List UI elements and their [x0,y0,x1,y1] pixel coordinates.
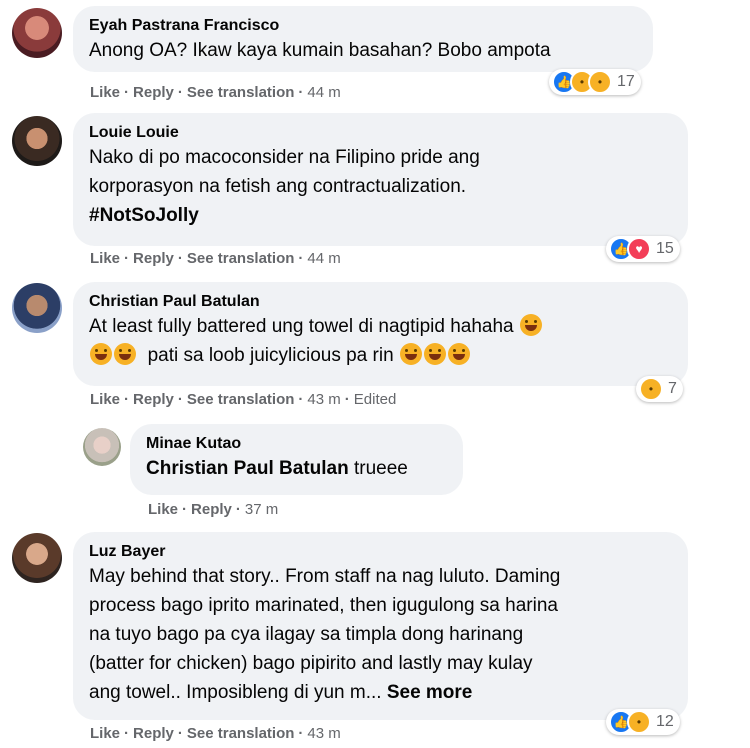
reactions-summary[interactable]: 👍 • • 17 [549,69,641,95]
reply-button[interactable]: Reply [133,725,174,742]
comment-actions: Like · Reply · 37 m [148,501,279,518]
laughing-emoji-icon [399,343,422,365]
reaction-count: 12 [656,713,674,730]
comment-bubble: Luz Bayer May behind that story.. From s… [73,532,688,720]
edited-label: Edited [353,391,397,408]
comment-text-line: (batter for chicken) bago pipirito and l… [89,653,533,674]
comment-author[interactable]: Louie Louie [89,123,672,143]
laughing-emoji-icon [447,343,470,365]
like-button[interactable]: Like [90,391,120,408]
comment-bubble: Christian Paul Batulan At least fully ba… [73,282,688,386]
comment-bubble: Minae Kutao Christian Paul Batulan truee… [130,424,463,495]
like-button[interactable]: Like [148,501,178,518]
comment-bubble: Eyah Pastrana Francisco Anong OA? Ikaw k… [73,6,653,72]
comment-time[interactable]: 43 m [307,391,340,408]
reactions-summary[interactable]: • 7 [636,376,683,402]
comment-text-line: pati sa loob juicylicious pa rin [89,341,672,370]
reply-button[interactable]: Reply [191,501,232,518]
comment-author[interactable]: Minae Kutao [146,434,447,454]
comment-text: Anong OA? Ikaw kaya kumain basahan? Bobo… [89,40,551,61]
laughing-emoji-icon [423,343,446,365]
comment-text-line: Christian Paul Batulan trueee [146,454,447,483]
avatar[interactable] [12,116,62,166]
comment-author[interactable]: Eyah Pastrana Francisco [89,16,637,36]
like-button[interactable]: Like [90,250,120,267]
comment-bubble: Louie Louie Nako di po macoconsider na F… [73,113,688,246]
see-translation-button[interactable]: See translation [187,250,295,267]
comment-actions: Like · Reply · See translation · 44 m [90,250,341,267]
comment-author[interactable]: Luz Bayer [89,542,672,562]
reply-button[interactable]: Reply [133,391,174,408]
comment-text-line: At least fully battered ung towel di nag… [89,312,672,341]
comment-actions: Like · Reply · See translation · 43 m · Edited [90,391,397,408]
like-button[interactable]: Like [90,725,120,742]
sad-icon: • [627,710,651,734]
see-translation-button[interactable]: See translation [187,391,295,408]
reply-button[interactable]: Reply [133,250,174,267]
reactions-summary[interactable]: 👍 ♥ 15 [606,236,680,262]
haha-icon: • [639,377,663,401]
laughing-emoji-icon [90,343,112,365]
comment-text-line: ang towel.. Imposibleng di yun m... See … [89,678,672,707]
comment-text: trueee [353,458,408,479]
avatar[interactable] [12,8,62,58]
avatar[interactable] [83,428,121,466]
sad-icon: • [588,70,612,94]
hashtag-link[interactable]: #NotSoJolly [89,201,672,230]
reaction-count: 17 [617,73,635,90]
comment-text-line: process bago iprito marinated, then igug… [89,595,558,616]
comment-text: At least fully battered ung towel di nag… [89,316,514,337]
comment-time[interactable]: 44 m [307,250,340,267]
comment-text-line: na tuyo bago pa cya ilagay sa timpla don… [89,624,524,645]
comment-text: ang towel.. Imposibleng di yun m... [89,682,382,703]
reply-button[interactable]: Reply [133,84,174,101]
love-icon: ♥ [627,237,651,261]
reaction-count: 7 [668,380,677,397]
comment-time[interactable]: 43 m [307,725,340,742]
see-translation-button[interactable]: See translation [187,725,295,742]
comment-text-line: Nako di po macoconsider na Filipino prid… [89,147,480,168]
mention-link[interactable]: Christian Paul Batulan [146,458,349,479]
comment-time[interactable]: 44 m [307,84,340,101]
comment-author[interactable]: Christian Paul Batulan [89,292,672,312]
comment-text: pati sa loob juicylicious pa rin [147,345,394,366]
laughing-emoji-icon [114,343,136,365]
avatar[interactable] [12,533,62,583]
see-more-button[interactable]: See more [387,682,473,703]
comment-time[interactable]: 37 m [245,501,278,518]
see-translation-button[interactable]: See translation [187,84,295,101]
comment-text-line: korporasyon na fetish ang contractualiza… [89,176,467,197]
comment-actions: Like · Reply · See translation · 43 m [90,725,341,742]
like-button[interactable]: Like [90,84,120,101]
avatar[interactable] [12,283,62,333]
reactions-summary[interactable]: 👍 • 12 [606,709,680,735]
reaction-count: 15 [656,240,674,257]
laughing-emoji-icon [519,314,542,336]
comment-actions: Like · Reply · See translation · 44 m [90,84,341,101]
comment-text-line: May behind that story.. From staff na na… [89,566,561,587]
